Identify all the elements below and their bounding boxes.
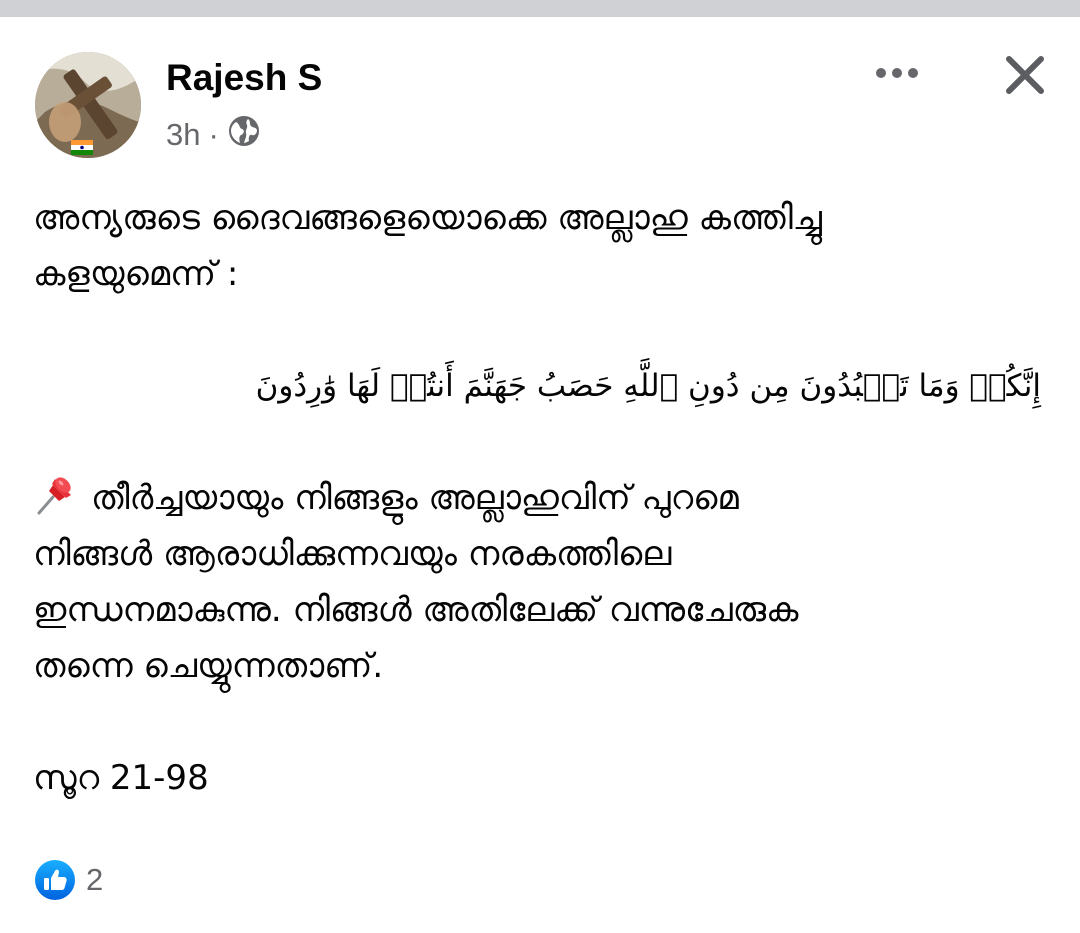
- translation-line: തന്നെ ചെയ്യുന്നതാണ്.: [33, 646, 384, 686]
- more-options-icon: [876, 68, 918, 78]
- close-button[interactable]: [998, 48, 1052, 102]
- post-time[interactable]: 3h: [166, 117, 200, 153]
- verse-reference: സൂറ 21-98: [33, 758, 209, 798]
- more-options-button[interactable]: [868, 52, 926, 94]
- close-icon: [1006, 56, 1044, 94]
- post-body: അന്യരുടെ ദൈവങ്ങളെയൊക്കെ അല്ലാഹു കത്തിച്ച…: [33, 190, 1043, 806]
- meta-separator: ·: [208, 117, 219, 152]
- post-intro-line: കളയുമെന്ന് :: [33, 254, 239, 294]
- translation-line: തീർച്ചയായും നിങ്ങളും അല്ലാഹുവിന് പുറമെ: [33, 470, 1043, 526]
- globe-icon[interactable]: [227, 114, 261, 156]
- pushpin-icon: [37, 477, 71, 515]
- like-icon: [35, 860, 75, 900]
- author-name[interactable]: Rajesh S: [166, 56, 322, 100]
- arabic-verse: إِنَّكُمۡ وَمَا تَعۡبُدُونَ مِن دُونِ ٱل…: [255, 368, 1041, 404]
- post-intro-line: അന്യരുടെ ദൈവങ്ങളെയൊക്കെ അല്ലാഹു കത്തിച്ച…: [33, 198, 822, 238]
- like-count: 2: [86, 862, 104, 897]
- top-strip: [0, 0, 1080, 17]
- translation-text: തീർച്ചയായും നിങ്ങളും അല്ലാഹുവിന് പുറമെ: [91, 478, 739, 518]
- translation-line: ഇന്ധനമാകുന്നു. നിങ്ങൾ അതിലേക്ക് വന്നുചേര…: [33, 590, 799, 630]
- post-meta: 3h ·: [166, 115, 261, 155]
- translation-line: നിങ്ങൾ ആരാധിക്കുന്നവയും നരകത്തിലെ: [33, 534, 672, 574]
- avatar[interactable]: [35, 52, 141, 158]
- reactions-summary[interactable]: 2: [34, 858, 103, 902]
